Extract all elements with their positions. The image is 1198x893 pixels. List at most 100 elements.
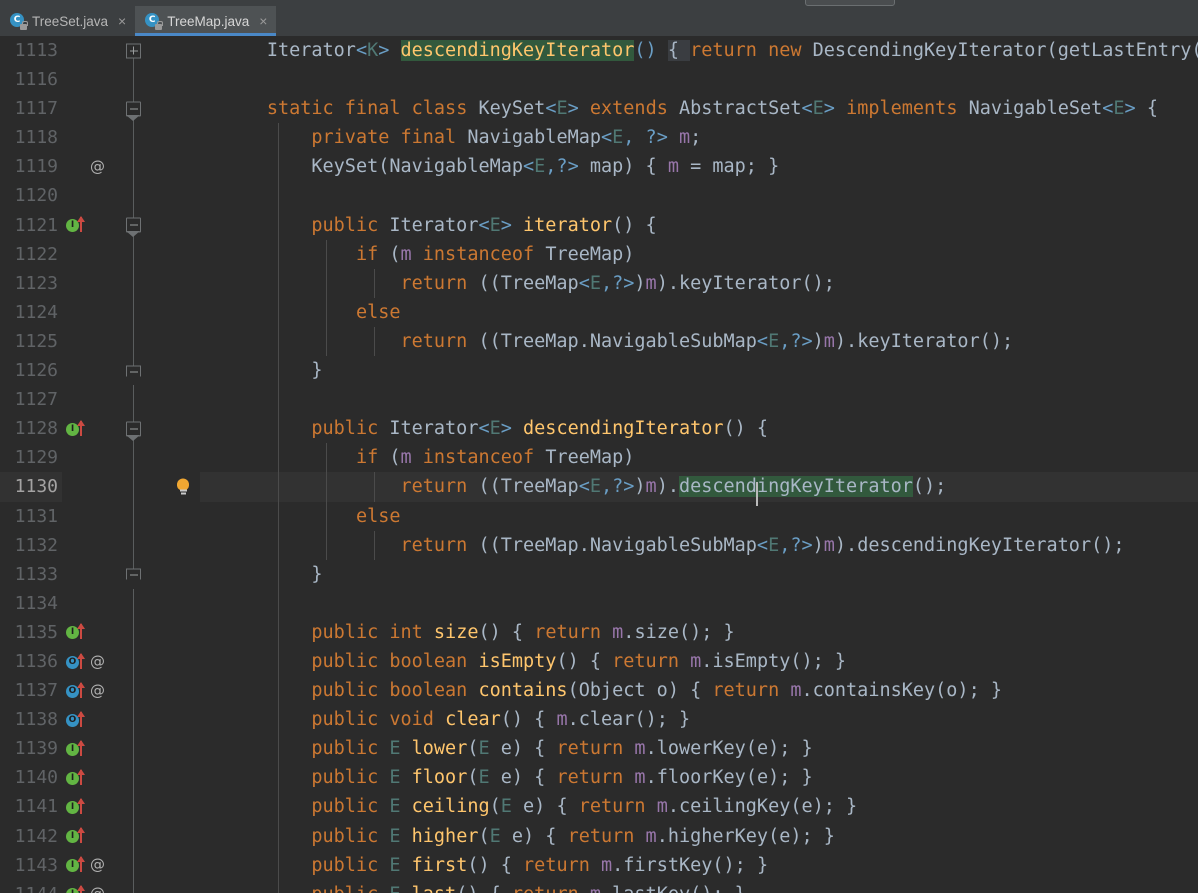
code-text[interactable] [200,65,1198,94]
implements-method-icon[interactable]: I [66,623,92,641]
intention-gutter[interactable] [166,94,200,123]
lightbulb-icon[interactable] [176,478,190,495]
intention-gutter[interactable] [166,676,200,705]
intention-gutter[interactable] [166,414,200,443]
intention-gutter[interactable] [166,298,200,327]
intention-gutter[interactable] [166,734,200,763]
code-text[interactable]: } [200,559,1198,589]
fold-gutter[interactable] [114,152,166,182]
editor-line[interactable]: 1130 return ((TreeMap<E,?>)m).descending… [0,472,1198,507]
editor-line[interactable]: 1139 I public E lower(E e) { return m.low… [0,734,1198,764]
intention-gutter[interactable] [166,618,200,647]
code-text[interactable]: public Iterator<E> descendingIterator() … [200,414,1198,444]
fold-gutter[interactable] [114,443,166,473]
fold-gutter[interactable] [114,501,166,531]
fold-gutter[interactable] [114,123,166,153]
fold-gutter[interactable] [114,705,166,735]
fold-gutter[interactable] [114,36,166,66]
intention-gutter[interactable] [166,647,200,676]
editor-line[interactable]: 1121 I public Iterator<E> iterator() { [0,210,1198,240]
intention-gutter[interactable] [166,763,200,792]
fold-gutter[interactable] [114,588,166,618]
code-text[interactable]: return ((TreeMap<E,?>)m).keyIterator(); [200,268,1198,298]
code-text[interactable]: public void clear() { m.clear(); } [200,705,1198,735]
editor-line[interactable]: 1124 else [0,297,1198,327]
fold-gutter[interactable] [114,676,166,706]
fold-gutter[interactable] [114,617,166,647]
implements-method-icon[interactable]: I [66,216,92,234]
intention-gutter[interactable] [166,560,200,589]
code-text[interactable]: public E floor(E e) { return m.floorKey(… [200,763,1198,793]
fold-gutter[interactable] [114,559,166,589]
editor-line[interactable]: 1135 I public int size() { return m.size(… [0,617,1198,647]
intention-gutter[interactable] [166,385,200,414]
code-text[interactable]: return ((TreeMap.NavigableSubMap<E,?>)m)… [200,326,1198,357]
code-text[interactable] [200,588,1198,618]
overrides-method-icon[interactable]: O [66,710,92,729]
editor-line[interactable]: 1119 @ KeySet(NavigableMap<E,?> map) { m … [0,152,1198,182]
code-text[interactable]: public int size() { return m.size(); } [200,617,1198,647]
editor-line[interactable]: 1132 return ((TreeMap.NavigableSubMap<E,… [0,530,1198,560]
code-editor[interactable]: 1113 Iterator<K> descendingKeyIterator()… [0,36,1198,893]
editor-line[interactable]: 1134 [0,588,1198,618]
fold-end-icon[interactable] [126,568,141,580]
editor-line[interactable]: 1113 Iterator<K> descendingKeyIterator()… [0,36,1198,66]
intention-gutter[interactable] [166,531,200,560]
code-text[interactable]: if (m instanceof TreeMap) [200,443,1198,473]
fold-gutter[interactable] [114,792,166,822]
tab-close-icon[interactable]: × [118,14,126,28]
fold-gutter[interactable] [114,297,166,327]
fold-expand-icon[interactable] [126,43,141,59]
code-text[interactable]: public E lower(E e) { return m.lowerKey(… [200,734,1198,764]
intention-gutter[interactable] [166,880,200,893]
implements-method-icon[interactable]: I [66,827,92,845]
code-text[interactable]: if (m instanceof TreeMap) [200,239,1198,269]
fold-gutter[interactable] [114,646,166,677]
code-text[interactable]: public Iterator<E> iterator() { [200,210,1198,240]
code-text[interactable] [200,385,1198,415]
fold-gutter[interactable] [114,356,166,385]
fold-gutter[interactable] [114,181,166,211]
intention-gutter[interactable] [166,269,200,298]
fold-gutter[interactable] [114,850,166,880]
fold-gutter[interactable] [114,326,166,357]
implements-method-icon[interactable]: I [66,768,92,787]
overrides-method-icon[interactable]: O [66,652,92,671]
editor-line[interactable]: 1137 O @ public boolean contains(Object o)… [0,676,1198,706]
editor-line[interactable]: 1140 I public E floor(E e) { return m.flo… [0,763,1198,793]
code-text[interactable]: public E higher(E e) { return m.higherKe… [200,821,1198,851]
editor-line[interactable]: 1126 } [0,356,1198,386]
code-text[interactable]: return ((TreeMap<E,?>)m).descendingKeyIt… [200,472,1198,507]
implements-method-icon[interactable]: I [66,739,92,758]
intention-gutter[interactable] [166,472,200,501]
editor-line[interactable]: 1125 return ((TreeMap.NavigableSubMap<E,… [0,326,1198,357]
intention-gutter[interactable] [166,36,200,65]
code-text[interactable]: static final class KeySet<E> extends Abs… [200,94,1198,123]
code-text[interactable]: public E first() { return m.firstKey(); … [200,850,1198,880]
intention-gutter[interactable] [166,181,200,210]
implements-method-icon[interactable]: I [66,419,92,438]
code-text[interactable]: return ((TreeMap.NavigableSubMap<E,?>)m)… [200,530,1198,560]
tab-close-icon[interactable]: × [259,14,267,28]
editor-line[interactable]: 1118 private final NavigableMap<E, ?> m; [0,123,1198,153]
editor-line[interactable]: 1136 O @ public boolean isEmpty() { return… [0,646,1198,677]
editor-line[interactable]: 1138 O public void clear() { m.clear(); } [0,705,1198,735]
fold-gutter[interactable] [114,268,166,298]
editor-line[interactable]: 1131 else [0,501,1198,531]
fold-gutter[interactable] [114,414,166,444]
implements-method-icon[interactable]: I [66,797,92,816]
editor-line[interactable]: 1129 if (m instanceof TreeMap) [0,443,1198,473]
code-text[interactable]: } [200,356,1198,386]
intention-gutter[interactable] [166,356,200,385]
code-text[interactable]: KeySet(NavigableMap<E,?> map) { m = map;… [200,152,1198,182]
code-text[interactable]: public boolean isEmpty() { return m.isEm… [200,646,1198,677]
editor-tab-1[interactable]: C TreeSet.java × [0,6,135,36]
fold-gutter[interactable] [114,385,166,415]
code-text[interactable] [200,181,1198,211]
intention-gutter[interactable] [166,502,200,531]
fold-gutter[interactable] [114,210,166,240]
fold-gutter[interactable] [114,530,166,560]
intention-gutter[interactable] [166,443,200,472]
editor-line[interactable]: 1116 [0,65,1198,95]
intention-gutter[interactable] [166,705,200,734]
